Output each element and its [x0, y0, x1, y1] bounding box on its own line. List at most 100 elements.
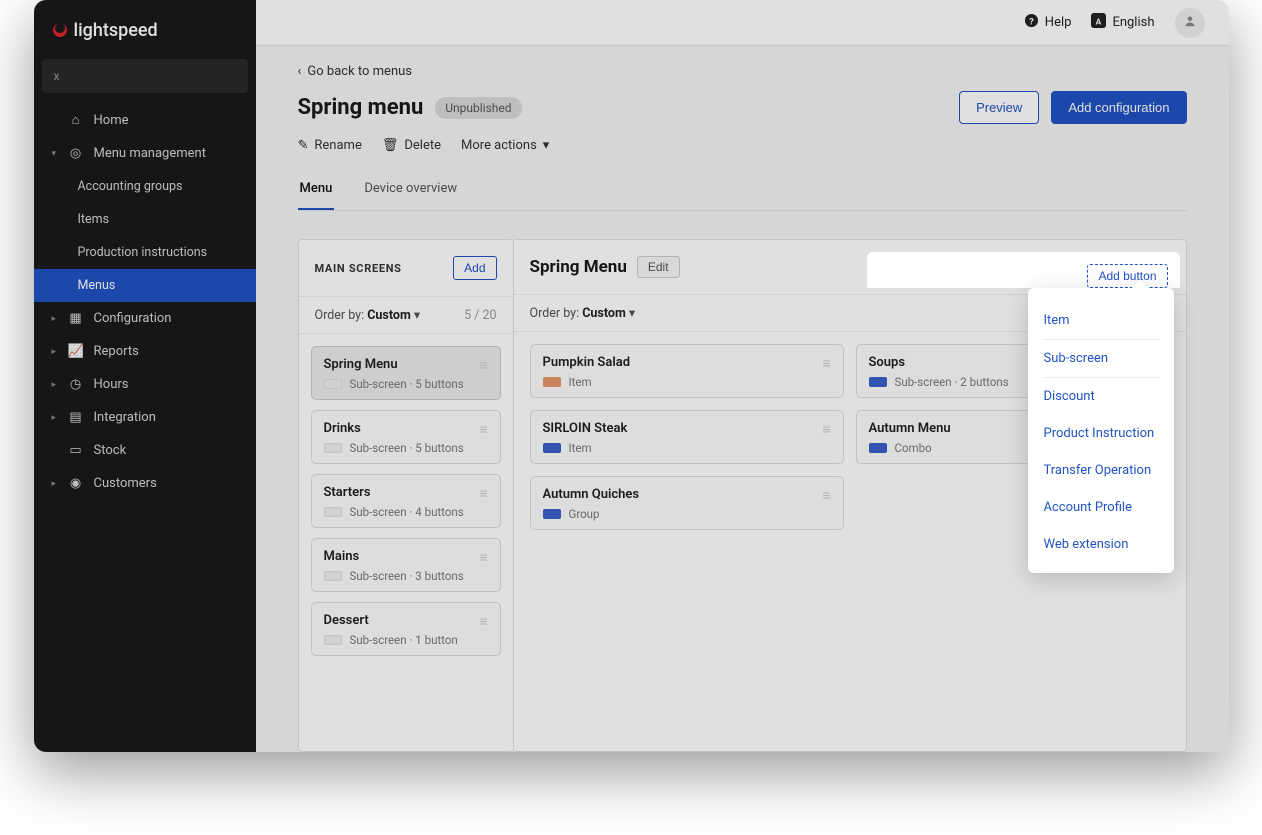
drag-handle-icon[interactable]: ≡ — [479, 421, 487, 438]
main-content: ? Help A English ‹ Go back to menus — [256, 0, 1229, 752]
nav-reports[interactable]: ▸ 📈 Reports — [34, 335, 256, 368]
rename-action[interactable]: ✎ Rename — [298, 138, 362, 153]
add-button[interactable]: Add button — [1087, 264, 1167, 288]
clock-icon: ◷ — [68, 377, 84, 392]
swatch-icon — [543, 509, 561, 519]
screen-card[interactable]: Mains≡ Sub-screen · 3 buttons — [311, 538, 501, 592]
person-icon — [1184, 15, 1196, 31]
dropdown-web-extension[interactable]: Web extension — [1042, 526, 1160, 563]
user-avatar[interactable] — [1175, 8, 1205, 38]
brand-logo: lightspeed — [34, 0, 256, 59]
nav-label: Customers — [94, 476, 157, 491]
button-card[interactable]: SIRLOIN Steak≡ Item — [530, 410, 844, 464]
preview-button[interactable]: Preview — [959, 91, 1039, 124]
add-button-dropdown: Item Sub-screen Discount Product Instruc… — [1028, 288, 1174, 573]
nav-items[interactable]: Items — [34, 203, 256, 236]
nav-label: Home — [94, 113, 129, 128]
card-meta: Sub-screen · 3 buttons — [324, 569, 488, 583]
nav-label: Menu management — [94, 146, 206, 161]
card-title: SIRLOIN Steak — [543, 421, 823, 436]
card-title: Autumn Quiches — [543, 487, 823, 502]
dropdown-account-profile[interactable]: Account Profile — [1042, 489, 1160, 526]
card-title: Spring Menu — [324, 357, 480, 372]
detail-title: Spring Menu — [530, 257, 627, 277]
nav-label: Hours — [94, 377, 129, 392]
card-meta: Sub-screen · 5 buttons — [324, 441, 488, 455]
nav-stock[interactable]: ▭ Stock — [34, 434, 256, 467]
drag-handle-icon[interactable]: ≡ — [822, 421, 830, 438]
user-icon: ◉ — [68, 476, 84, 491]
brand-text: lightspeed — [74, 20, 158, 41]
card-icon: ▭ — [68, 443, 84, 458]
drag-handle-icon[interactable]: ≡ — [822, 487, 830, 504]
card-title: Dessert — [324, 613, 480, 628]
card-meta: Sub-screen · 1 button — [324, 633, 488, 647]
swatch-icon — [869, 377, 887, 387]
nav-label: Reports — [94, 344, 139, 359]
swatch-icon — [869, 443, 887, 453]
screen-card[interactable]: Drinks≡ Sub-screen · 5 buttons — [311, 410, 501, 464]
nav-production-instructions[interactable]: Production instructions — [34, 236, 256, 269]
dropdown-product-instruction[interactable]: Product Instruction — [1042, 415, 1160, 452]
edit-screen-button[interactable]: Edit — [637, 256, 680, 278]
back-link[interactable]: ‹ Go back to menus — [298, 64, 1187, 79]
drag-handle-icon[interactable]: ≡ — [479, 613, 487, 630]
drag-handle-icon[interactable]: ≡ — [822, 355, 830, 372]
drag-handle-icon[interactable]: ≡ — [479, 485, 487, 502]
language-icon: A — [1091, 13, 1106, 32]
nav-menu-management[interactable]: ▾ ◎ Menu management — [34, 137, 256, 170]
screen-card[interactable]: Spring Menu≡Sub-screen · 5 buttons — [311, 346, 501, 400]
svg-text:?: ? — [1029, 16, 1034, 27]
dropdown-item[interactable]: Item — [1042, 302, 1160, 339]
card-title: Pumpkin Salad — [543, 355, 823, 370]
nav-menus[interactable]: Menus — [34, 269, 256, 302]
drag-handle-icon[interactable]: ≡ — [479, 549, 487, 566]
nav-label: Configuration — [94, 311, 172, 326]
screen-count: 5 / 20 — [464, 308, 496, 323]
card-meta: Item — [543, 441, 831, 455]
button-card[interactable]: Pumpkin Salad≡Item — [530, 344, 844, 398]
nav-customers[interactable]: ▸ ◉ Customers — [34, 467, 256, 500]
page-title: Spring menu — [298, 95, 424, 120]
dropdown-sub-screen[interactable]: Sub-screen — [1042, 339, 1160, 377]
nav-accounting-groups[interactable]: Accounting groups — [34, 170, 256, 203]
drag-handle-icon[interactable]: ≡ — [479, 357, 487, 374]
sort-row[interactable]: Order by: Custom ▾ 5 / 20 — [299, 297, 513, 334]
chevron-right-icon: ▸ — [52, 479, 58, 489]
chevron-right-icon: ▸ — [52, 380, 58, 390]
svg-text:A: A — [1096, 17, 1102, 27]
chevron-down-icon: ▾ — [629, 305, 635, 321]
card-meta: Sub-screen · 4 buttons — [324, 505, 488, 519]
nav-hours[interactable]: ▸ ◷ Hours — [34, 368, 256, 401]
nav-label: Integration — [94, 410, 156, 425]
language-selector[interactable]: A English — [1091, 13, 1154, 32]
nav-integration[interactable]: ▸ ▤ Integration — [34, 401, 256, 434]
add-configuration-button[interactable]: Add configuration — [1051, 91, 1186, 124]
nav-home[interactable]: ⌂ Home — [34, 103, 256, 137]
button-card[interactable]: Autumn Quiches≡ Group — [530, 476, 844, 530]
chevron-left-icon: ‹ — [298, 64, 302, 79]
dropdown-discount[interactable]: Discount — [1042, 377, 1160, 415]
swatch-icon — [324, 571, 342, 581]
nav-configuration[interactable]: ▸ ▦ Configuration — [34, 302, 256, 335]
tab-menu[interactable]: Menu — [298, 181, 335, 210]
chevron-down-icon: ▾ — [414, 307, 420, 323]
delete-action[interactable]: 🗑 Delete — [382, 138, 441, 153]
help-link[interactable]: ? Help — [1024, 13, 1072, 32]
collapse-button[interactable]: x — [42, 59, 248, 93]
card-title: Drinks — [324, 421, 480, 436]
chevron-right-icon: ▸ — [52, 314, 58, 324]
screen-card[interactable]: Dessert≡ Sub-screen · 1 button — [311, 602, 501, 656]
screen-card[interactable]: Starters≡Sub-screen · 4 buttons — [311, 474, 501, 528]
more-actions[interactable]: More actions ▾ — [461, 138, 549, 153]
panel-heading: MAIN SCREENS — [315, 262, 402, 275]
trash-icon: 🗑 — [382, 138, 399, 153]
tab-device-overview[interactable]: Device overview — [362, 181, 459, 210]
add-screen-button[interactable]: Add — [453, 256, 496, 280]
chart-icon: 📈 — [68, 344, 84, 359]
card-meta: Group — [543, 507, 831, 521]
integration-icon: ▤ — [68, 410, 84, 425]
card-title: Mains — [324, 549, 480, 564]
dropdown-transfer-operation[interactable]: Transfer Operation — [1042, 452, 1160, 489]
sidebar: lightspeed x ⌂ Home ▾ ◎ Menu management … — [34, 0, 256, 752]
